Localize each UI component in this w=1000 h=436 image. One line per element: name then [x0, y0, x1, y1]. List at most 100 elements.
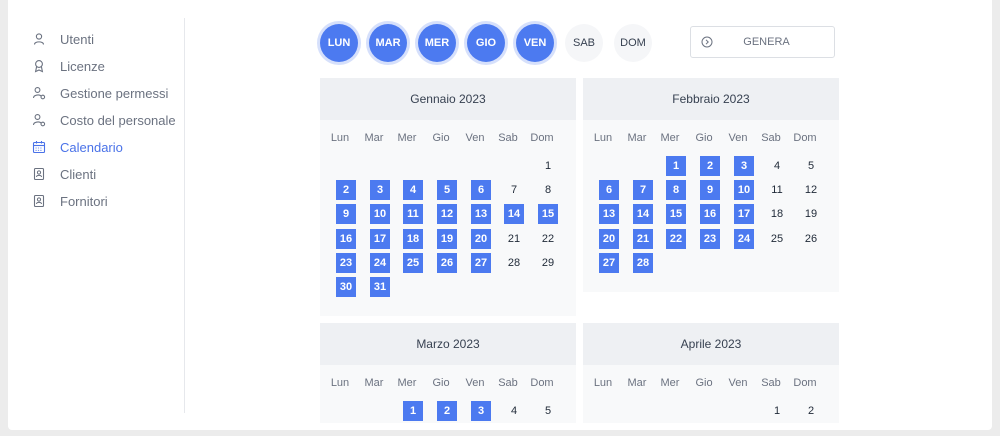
day-cell[interactable]: 9 — [700, 180, 720, 201]
weekday-toggle-mar[interactable]: MAR — [369, 24, 407, 62]
day-cell[interactable]: 7 — [633, 180, 653, 201]
weekday-header: Mar — [627, 132, 647, 144]
day-cell[interactable]: 26 — [801, 229, 821, 249]
day-cell[interactable]: 5 — [801, 156, 821, 176]
day-cell[interactable]: 10 — [734, 180, 754, 201]
sidebar-item-gestione-permessi[interactable]: Gestione permessi — [32, 83, 168, 103]
day-cell[interactable]: 27 — [471, 252, 491, 273]
day-cell[interactable]: 16 — [336, 228, 356, 249]
day-cell[interactable]: 17 — [734, 204, 754, 225]
day-cell[interactable]: 22 — [538, 229, 558, 249]
sidebar-item-costo-del-personale[interactable]: Costo del personale — [32, 110, 176, 130]
weekday-toggle-dom[interactable]: DOM — [614, 24, 652, 62]
day-cell[interactable]: 1 — [666, 156, 686, 176]
day-cell[interactable]: 13 — [471, 204, 491, 225]
day-cell[interactable]: 20 — [471, 228, 491, 249]
day-cell[interactable]: 21 — [504, 229, 524, 249]
day-cell[interactable]: 4 — [403, 180, 423, 201]
day-cell[interactable]: 18 — [403, 228, 423, 249]
day-cell[interactable]: 11 — [767, 180, 787, 200]
day-cell[interactable]: 19 — [801, 204, 821, 224]
weekday-header: Mer — [660, 377, 680, 389]
day-cell[interactable]: 22 — [666, 228, 686, 249]
month-calendar: Febbraio 2023 Lun Mar Mer Gio Ven Sab Dom 1 2 3 4 5 6… — [583, 78, 839, 292]
day-cell[interactable]: 2 — [336, 180, 356, 201]
day-cell[interactable]: 15 — [538, 204, 558, 225]
day-cell[interactable]: 5 — [437, 180, 457, 201]
day-cell[interactable]: 15 — [666, 204, 686, 225]
day-cell[interactable]: 2 — [700, 156, 720, 176]
day-cell[interactable]: 1 — [538, 156, 558, 176]
weekday-header: Sab — [498, 132, 518, 144]
day-cell[interactable]: 3 — [734, 156, 754, 176]
day-cell[interactable]: 19 — [437, 228, 457, 249]
day-cell[interactable]: 12 — [437, 204, 457, 225]
sidebar-item-label: Fornitori — [60, 193, 108, 209]
day-cell[interactable]: 8 — [666, 180, 686, 201]
weekday-header: Ven — [728, 377, 748, 389]
day-cell[interactable]: 25 — [767, 229, 787, 249]
genera-label: GENERA — [743, 36, 790, 48]
day-cell[interactable]: 17 — [370, 228, 390, 249]
day-cell[interactable]: 6 — [599, 180, 619, 201]
weekday-toggle-mer[interactable]: MER — [418, 24, 456, 62]
day-cell[interactable]: 12 — [801, 180, 821, 200]
day-cell[interactable]: 3 — [370, 180, 390, 201]
day-cell[interactable]: 1 — [767, 401, 787, 421]
day-cell[interactable]: 23 — [336, 252, 356, 273]
weekday-header: Dom — [793, 132, 817, 144]
day-cell[interactable]: 5 — [538, 401, 558, 421]
day-cell[interactable]: 6 — [471, 180, 491, 201]
day-cell[interactable]: 4 — [504, 401, 524, 421]
sidebar-item-clienti[interactable]: Clienti — [32, 164, 96, 184]
weekday-header: Lun — [330, 377, 350, 389]
sidebar-item-calendario[interactable]: Calendario — [32, 137, 123, 157]
day-cell[interactable]: 23 — [700, 228, 720, 249]
sidebar-item-utenti[interactable]: Utenti — [32, 29, 94, 49]
weekday-header: Mar — [364, 377, 384, 389]
day-cell[interactable]: 7 — [504, 180, 524, 200]
day-cell[interactable]: 25 — [403, 252, 423, 273]
day-cell[interactable]: 16 — [700, 204, 720, 225]
day-cell[interactable]: 20 — [599, 228, 619, 249]
day-cell[interactable]: 8 — [538, 180, 558, 200]
day-cell[interactable]: 9 — [336, 204, 356, 225]
day-cell[interactable]: 3 — [471, 401, 491, 421]
day-cell[interactable]: 10 — [370, 204, 390, 225]
day-cell[interactable]: 28 — [633, 252, 653, 273]
weekday-toggle-ven[interactable]: VEN — [516, 24, 554, 62]
day-cell[interactable]: 4 — [767, 156, 787, 176]
weekday-header-row: Lun Mar Mer Gio Ven Sab Dom — [320, 365, 576, 401]
day-cell[interactable]: 24 — [370, 252, 390, 273]
weekday-header-row: Lun Mar Mer Gio Ven Sab Dom — [320, 120, 576, 156]
sidebar-item-label: Clienti — [60, 166, 97, 182]
day-cell[interactable]: 14 — [504, 204, 524, 225]
month-calendar: Gennaio 2023 Lun Mar Mer Gio Ven Sab Dom 1 2 3 4 5 6 7… — [320, 78, 576, 316]
day-cell[interactable]: 18 — [767, 204, 787, 224]
day-cell[interactable]: 14 — [633, 204, 653, 225]
day-cell[interactable]: 31 — [370, 277, 390, 297]
day-cell[interactable]: 1 — [403, 401, 423, 421]
month-title: Aprile 2023 — [583, 323, 839, 365]
day-cell[interactable]: 11 — [403, 204, 423, 225]
day-cell[interactable]: 27 — [599, 252, 619, 273]
day-cell[interactable]: 26 — [437, 252, 457, 273]
genera-button[interactable]: GENERA — [690, 26, 835, 58]
day-cell[interactable]: 24 — [734, 228, 754, 249]
calendar-icon — [32, 141, 46, 154]
weekday-header: Gio — [432, 132, 450, 144]
weekday-header: Mer — [660, 132, 680, 144]
day-cell[interactable]: 29 — [538, 253, 558, 273]
day-cell[interactable]: 13 — [599, 204, 619, 225]
day-cell[interactable]: 21 — [633, 228, 653, 249]
weekday-header: Lun — [330, 132, 350, 144]
weekday-toggle-sab[interactable]: SAB — [565, 24, 603, 62]
weekday-toggle-gio[interactable]: GIO — [467, 24, 505, 62]
sidebar-item-fornitori[interactable]: Fornitori — [32, 191, 108, 211]
weekday-toggle-lun[interactable]: LUN — [320, 24, 358, 62]
day-cell[interactable]: 2 — [437, 401, 457, 421]
day-cell[interactable]: 30 — [336, 277, 356, 297]
sidebar-item-licenze[interactable]: Licenze — [32, 56, 105, 76]
day-cell[interactable]: 28 — [504, 253, 524, 273]
day-cell[interactable]: 2 — [801, 401, 821, 421]
